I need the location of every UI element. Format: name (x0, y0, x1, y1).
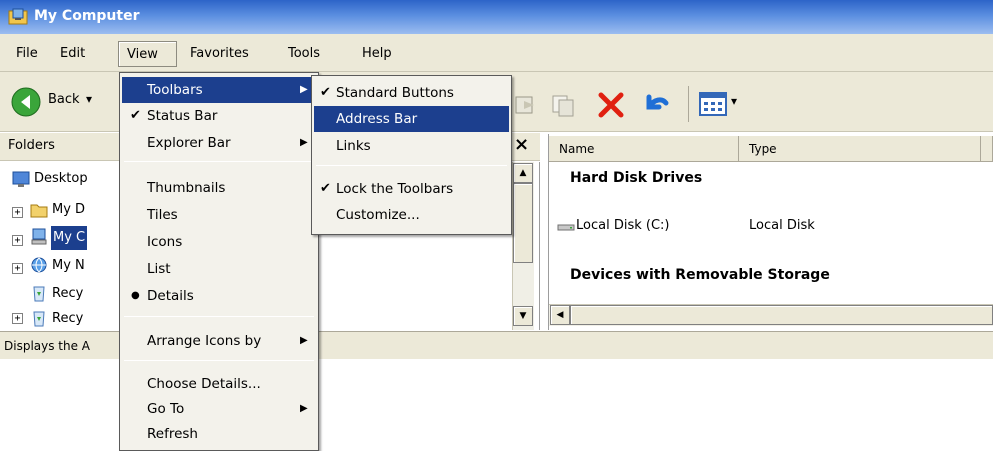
expand-icon[interactable]: + (12, 207, 23, 218)
tree-item-recycle-2[interactable]: Recy (52, 307, 83, 329)
menu-item-toolbars-label: Toolbars (147, 82, 203, 98)
menu-item-address-bar[interactable]: Address Bar (314, 106, 509, 132)
menu-item-arrange-icons-label: Arrange Icons by (147, 333, 262, 349)
column-header-type[interactable]: Type (739, 136, 981, 162)
copy-to-icon[interactable] (550, 92, 578, 118)
tree-item-my-network[interactable]: My N (52, 254, 85, 278)
menu-item-choose-details-label: Choose Details... (147, 376, 261, 392)
tree-item-desktop[interactable]: Desktop (34, 167, 88, 191)
recycle-bin-icon (30, 309, 48, 327)
menu-item-thumbnails-label: Thumbnails (147, 180, 226, 196)
menu-item-icons[interactable]: Icons (122, 229, 316, 255)
menu-item-tiles[interactable]: Tiles (122, 202, 316, 228)
scroll-up-icon[interactable]: ▲ (513, 163, 533, 183)
menu-item-refresh-label: Refresh (147, 426, 198, 442)
check-icon: ✔ (320, 181, 331, 196)
local-disk-icon (556, 221, 576, 233)
menu-separator (124, 316, 314, 317)
submenu-arrow-icon: ▶ (300, 403, 308, 414)
menu-item-standard-buttons[interactable]: ✔ Standard Buttons (314, 80, 509, 106)
desktop-icon (12, 170, 30, 188)
menu-item-list[interactable]: List (122, 256, 316, 282)
menu-item-toolbars[interactable]: Toolbars ▶ (122, 77, 316, 103)
menu-separator (124, 360, 314, 361)
h-scroll-thumb[interactable] (570, 305, 993, 325)
move-to-icon[interactable] (512, 92, 540, 118)
menu-item-arrange-icons[interactable]: Arrange Icons by ▶ (122, 328, 316, 354)
my-computer-icon (8, 7, 28, 25)
column-header-extra[interactable] (981, 136, 993, 162)
menu-item-customize[interactable]: Customize... (314, 202, 509, 228)
tree-item-recycle-bin[interactable]: Recy (52, 282, 83, 306)
tree-item-my-documents[interactable]: My D (52, 198, 85, 222)
views-icon[interactable] (698, 90, 728, 118)
menu-item-details[interactable]: ● Details (122, 283, 316, 309)
toolbar-separator (688, 86, 689, 122)
menu-item-links-label: Links (336, 138, 371, 154)
menu-item-icons-label: Icons (147, 234, 183, 250)
row-local-disk-type: Local Disk (749, 218, 815, 233)
title-bar (0, 0, 993, 34)
close-folders-icon[interactable]: × (514, 134, 529, 155)
menu-item-links[interactable]: Links (314, 133, 509, 159)
menu-item-details-label: Details (147, 288, 194, 304)
window-title: My Computer (34, 8, 140, 24)
computer-icon (30, 228, 48, 246)
menu-view[interactable]: View (118, 41, 177, 67)
menu-tools[interactable]: Tools (280, 41, 328, 67)
submenu-arrow-icon: ▶ (300, 84, 308, 95)
row-local-disk-name[interactable]: Local Disk (C:) (576, 218, 669, 233)
expand-icon[interactable]: + (12, 313, 23, 324)
back-button[interactable]: Back (48, 92, 80, 107)
menu-help[interactable]: Help (354, 41, 400, 67)
menu-item-status-bar[interactable]: ✔ Status Bar (122, 103, 316, 129)
menu-item-list-label: List (147, 261, 171, 277)
menu-item-lock-toolbars[interactable]: ✔ Lock the Toolbars (314, 176, 509, 202)
status-text: Displays the A (4, 339, 91, 353)
menu-item-tiles-label: Tiles (147, 207, 178, 223)
menu-file[interactable]: File (8, 41, 46, 67)
column-header-name[interactable]: Name (549, 136, 739, 162)
toolbars-submenu: ✔ Standard Buttons Address Bar Links ✔ L… (311, 75, 512, 235)
menu-item-go-to-label: Go To (147, 401, 185, 417)
back-dropdown-icon[interactable]: ▾ (86, 92, 92, 106)
submenu-arrow-icon: ▶ (300, 335, 308, 346)
menu-item-explorer-bar[interactable]: Explorer Bar ▶ (122, 130, 316, 156)
tree-item-my-computer[interactable]: My C (51, 226, 88, 250)
delete-icon[interactable] (596, 90, 626, 120)
check-icon: ✔ (320, 85, 331, 100)
menu-item-thumbnails[interactable]: Thumbnails (122, 175, 316, 201)
menu-favorites[interactable]: Favorites (182, 41, 257, 67)
check-icon: ✔ (130, 108, 141, 123)
menu-item-customize-label: Customize... (336, 207, 420, 223)
network-icon (30, 256, 48, 274)
folders-pane-title: Folders (8, 138, 55, 153)
expand-icon[interactable]: + (12, 263, 23, 274)
scroll-thumb[interactable] (513, 183, 533, 263)
menu-separator (124, 161, 314, 162)
menu-item-choose-details[interactable]: Choose Details... (122, 371, 316, 397)
menu-item-lock-toolbars-label: Lock the Toolbars (336, 181, 454, 197)
recycle-bin-icon (30, 284, 48, 302)
group-hard-disk-drives: Hard Disk Drives (570, 170, 703, 186)
menu-item-standard-buttons-label: Standard Buttons (336, 85, 454, 101)
submenu-arrow-icon: ▶ (300, 137, 308, 148)
expand-icon[interactable]: + (12, 235, 23, 246)
radio-bullet-icon: ● (131, 290, 140, 301)
menu-item-refresh[interactable]: Refresh (122, 421, 316, 447)
menu-item-address-bar-label: Address Bar (336, 111, 418, 127)
scroll-left-icon[interactable]: ◀ (550, 305, 570, 325)
scroll-down-icon[interactable]: ▼ (513, 306, 533, 326)
view-menu: Toolbars ▶ ✔ Status Bar Explorer Bar ▶ T… (119, 72, 319, 451)
menu-edit[interactable]: Edit (52, 41, 93, 67)
undo-icon[interactable] (640, 90, 670, 120)
back-arrow-icon[interactable] (10, 86, 42, 118)
folder-icon (30, 201, 48, 219)
menu-item-go-to[interactable]: Go To ▶ (122, 396, 316, 422)
views-dropdown-icon[interactable]: ▾ (731, 94, 737, 108)
menu-item-explorer-bar-label: Explorer Bar (147, 135, 231, 151)
menu-separator (316, 165, 507, 166)
group-removable-storage: Devices with Removable Storage (570, 267, 830, 283)
menu-item-status-bar-label: Status Bar (147, 108, 218, 124)
